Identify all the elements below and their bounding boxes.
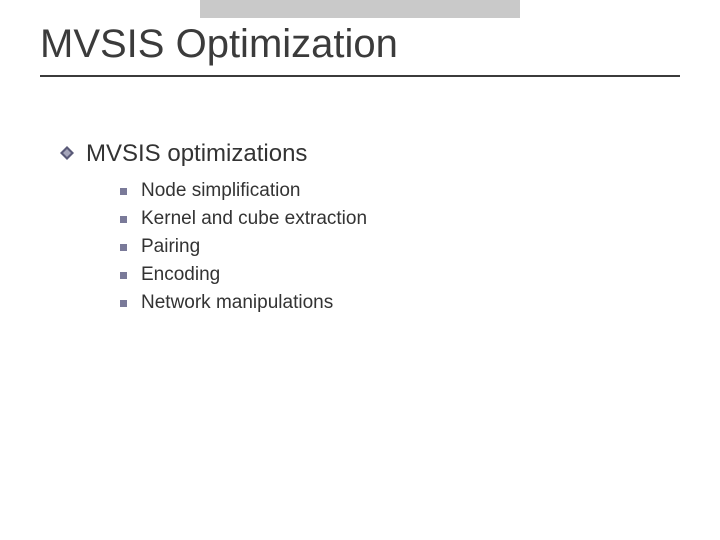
title-area: MVSIS Optimization: [40, 22, 680, 77]
list-item-label: Node simplification: [141, 180, 300, 202]
slide-title: MVSIS Optimization: [40, 22, 680, 67]
square-bullet-icon: [120, 300, 127, 307]
bullet-level1: MVSIS optimizations: [60, 140, 660, 168]
square-bullet-icon: [120, 216, 127, 223]
square-bullet-icon: [120, 188, 127, 195]
list-item-label: Network manipulations: [141, 292, 333, 314]
title-underline: [40, 75, 680, 77]
square-bullet-icon: [120, 244, 127, 251]
list-item-label: Pairing: [141, 236, 200, 258]
sub-bullet-list: Node simplification Kernel and cube extr…: [120, 180, 660, 314]
list-item-label: Encoding: [141, 264, 220, 286]
list-item: Encoding: [120, 264, 660, 286]
list-item-label: Kernel and cube extraction: [141, 208, 367, 230]
list-item: Kernel and cube extraction: [120, 208, 660, 230]
list-item: Network manipulations: [120, 292, 660, 314]
square-bullet-icon: [120, 272, 127, 279]
top-accent-bar: [200, 0, 520, 18]
content-area: MVSIS optimizations Node simplification …: [60, 140, 660, 320]
section-heading: MVSIS optimizations: [86, 140, 307, 168]
diamond-bullet-icon: [60, 146, 74, 160]
slide: MVSIS Optimization MVSIS optimizations N…: [0, 0, 720, 540]
list-item: Pairing: [120, 236, 660, 258]
list-item: Node simplification: [120, 180, 660, 202]
